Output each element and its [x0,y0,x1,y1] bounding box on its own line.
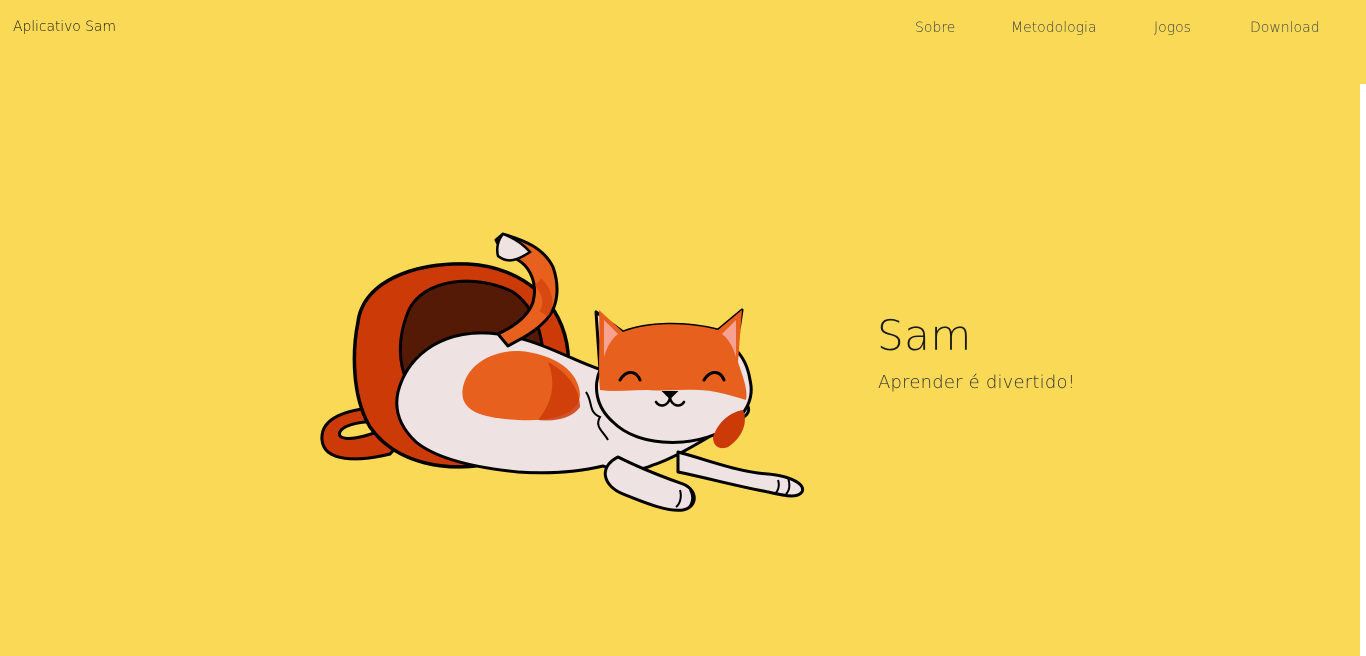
scrollbar-gutter [1360,84,1366,656]
cat-front-leg-right [676,450,805,498]
nav-link-jogos[interactable]: Jogos [1154,20,1191,36]
cat-in-bag-illustration [320,232,805,512]
hero-subtitle: Aprender é divertido! [878,372,1076,393]
hero-text: Sam Aprender é divertido! [877,310,1075,393]
nav-link-metodologia[interactable]: Metodologia [1011,20,1097,36]
nav-link-download[interactable]: Download [1250,20,1320,36]
navbar: Aplicativo Sam Sobre Metodologia Jogos D… [0,0,1366,60]
nav-links: Sobre Metodologia Jogos Download [0,20,1366,42]
nav-link-sobre[interactable]: Sobre [915,20,955,36]
hero-title: Sam [877,311,972,360]
page: Aplicativo Sam Sobre Metodologia Jogos D… [0,0,1366,656]
